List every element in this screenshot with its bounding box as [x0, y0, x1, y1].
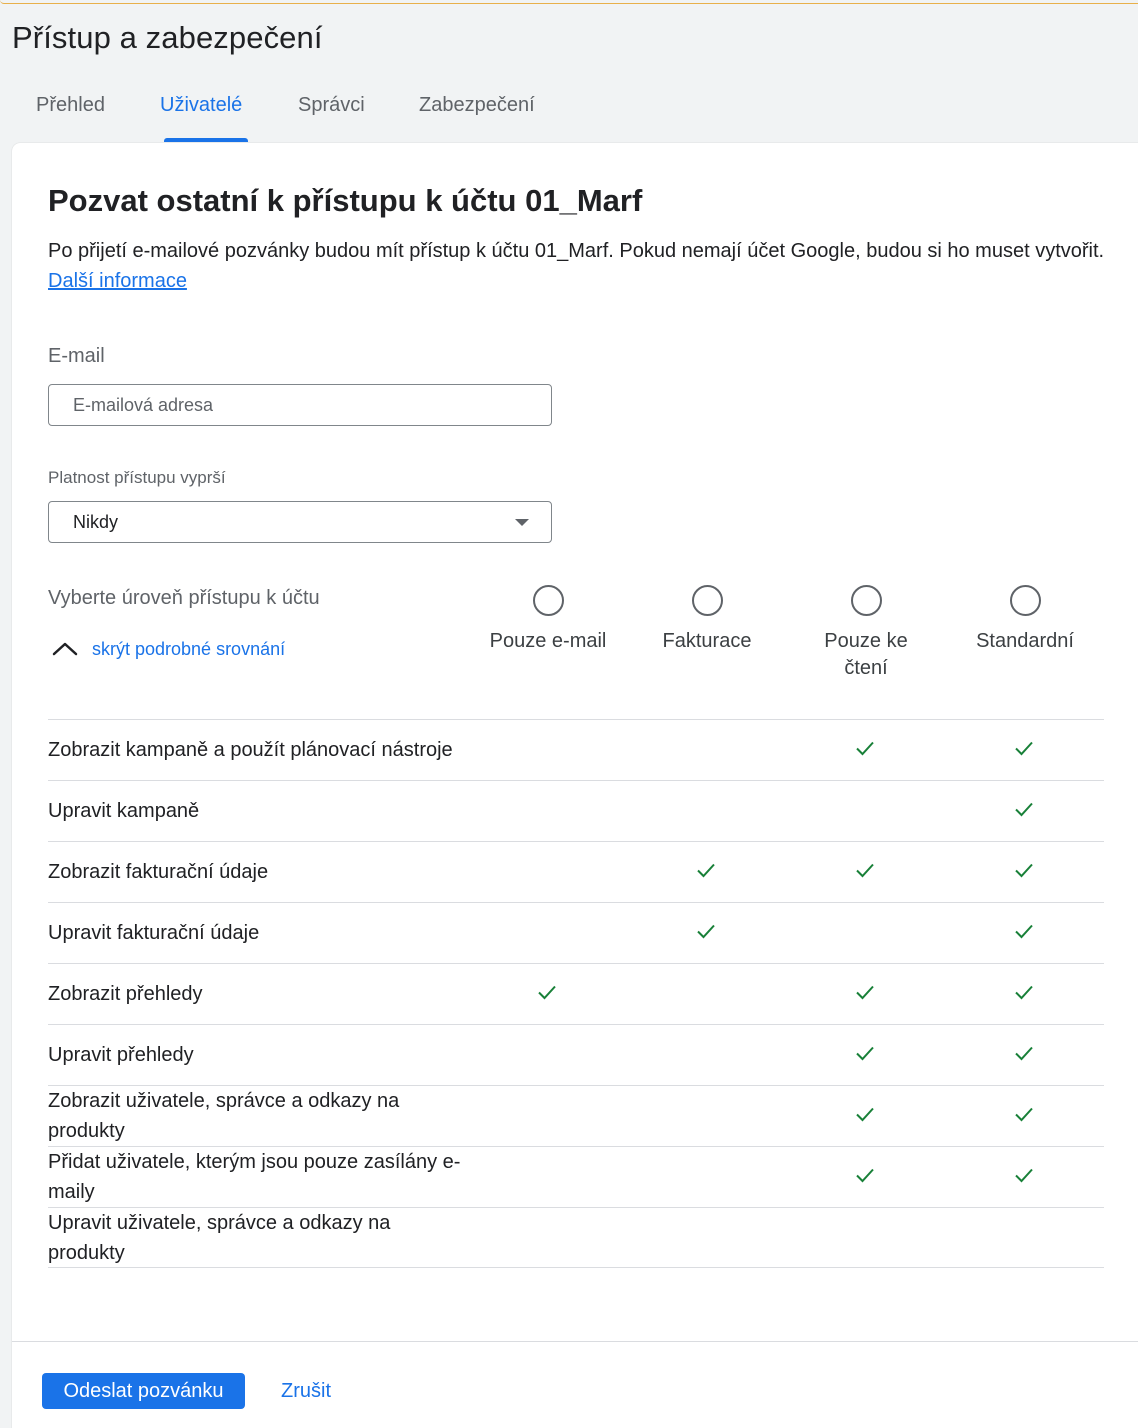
permission-label: Zobrazit přehledy [48, 983, 203, 1005]
option-label: Pouze e-mail [489, 630, 607, 652]
invite-description: Po přijetí e-mailové pozvánky budou mít … [48, 240, 1105, 262]
table-row: Upravit kampaně [48, 780, 1104, 841]
permission-label: Upravit kampaně [48, 800, 200, 822]
footer-divider [12, 1341, 1138, 1342]
option-label: Standardní [976, 630, 1074, 652]
table-row: Upravit fakturační údaje [48, 902, 1104, 963]
radio-standard[interactable] [1009, 585, 1041, 616]
option-standard: Standardní [950, 585, 1100, 655]
tab-managers[interactable]: Správci [298, 94, 365, 117]
email-field[interactable]: E-mailová adresa [48, 384, 552, 426]
check-icon [1012, 919, 1036, 943]
check-icon [853, 1163, 877, 1187]
table-row: Přidat uživatele, kterým jsou pouze zasí… [48, 1146, 1104, 1207]
check-icon [535, 980, 559, 1004]
hide-comparison-label: skrýt podrobné srovnání [92, 638, 286, 659]
radio-read-only[interactable] [850, 585, 882, 616]
check-icon [1012, 736, 1036, 760]
radio-billing[interactable] [691, 585, 723, 616]
tab-security[interactable]: Zabezpečení [419, 94, 535, 117]
send-invite-button[interactable]: Odeslat pozvánku [42, 1373, 245, 1409]
invite-card: Pozvat ostatní k přístupu k účtu 01_Marf… [12, 143, 1138, 1428]
permission-label: Upravit přehledy [48, 1044, 194, 1066]
invite-title: Pozvat ostatní k přístupu k účtu 01_Marf [48, 183, 643, 218]
option-label: Pouze ke čtení [824, 630, 908, 679]
check-icon [1012, 858, 1036, 882]
permission-label: Zobrazit fakturační údaje [48, 861, 269, 883]
check-icon [853, 736, 877, 760]
hide-comparison-toggle[interactable]: skrýt podrobné srovnání [52, 635, 285, 663]
option-read-only: Pouze ke čtení [791, 585, 941, 682]
check-icon [1012, 1163, 1036, 1187]
table-row: Upravit přehledy [48, 1024, 1104, 1085]
permission-label: Upravit fakturační údaje [48, 922, 260, 944]
expiry-label: Platnost přístupu vyprší [48, 468, 226, 487]
check-icon [853, 858, 877, 882]
expiry-select[interactable]: Nikdy [48, 501, 552, 543]
table-row: Zobrazit kampaně a použít plánovací nást… [48, 719, 1104, 780]
chevron-up-icon [52, 637, 78, 661]
check-icon [1012, 980, 1036, 1004]
radio-email-only[interactable] [532, 585, 564, 616]
table-row: Zobrazit přehledy [48, 963, 1104, 1024]
email-placeholder: E-mailová adresa [73, 395, 214, 415]
cancel-button[interactable]: Zrušit [281, 1380, 331, 1403]
permission-label: Zobrazit kampaně a použít plánovací nást… [48, 739, 453, 761]
top-border [0, 0, 1138, 4]
option-email-only: Pouze e-mail [473, 585, 623, 655]
permission-label: Zobrazit uživatele, správce a odkazy na … [48, 1090, 400, 1142]
table-row: Zobrazit uživatele, správce a odkazy na … [48, 1085, 1104, 1146]
permissions-table: Zobrazit kampaně a použít plánovací nást… [48, 719, 1104, 1268]
option-billing: Fakturace [632, 585, 782, 655]
tab-overview[interactable]: Přehled [36, 94, 105, 117]
active-tab-indicator [164, 138, 248, 142]
dropdown-arrow-icon [515, 519, 529, 526]
learn-more-link[interactable]: Další informace [48, 270, 187, 293]
expiry-value: Nikdy [73, 512, 119, 532]
email-label: E-mail [48, 345, 105, 367]
tab-bar: Přehled Uživatelé Správci Zabezpečení [0, 84, 1138, 142]
tab-users[interactable]: Uživatelé [160, 94, 242, 117]
permission-label: Upravit uživatele, správce a odkazy na p… [48, 1211, 391, 1264]
option-label: Fakturace [662, 630, 752, 652]
check-icon [853, 980, 877, 1004]
table-row: Upravit uživatele, správce a odkazy na p… [48, 1207, 1104, 1268]
check-icon [853, 1041, 877, 1065]
permission-label: Přidat uživatele, kterým jsou pouze zasí… [48, 1151, 461, 1203]
check-icon [1012, 1102, 1036, 1126]
table-row: Zobrazit fakturační údaje [48, 841, 1104, 902]
check-icon [853, 1102, 877, 1126]
access-level-label: Vyberte úroveň přístupu k účtu [48, 587, 320, 609]
check-icon [694, 858, 718, 882]
check-icon [694, 919, 718, 943]
check-icon [1012, 797, 1036, 821]
check-icon [1012, 1041, 1036, 1065]
page-title: Přístup a zabezpečení [12, 20, 323, 55]
